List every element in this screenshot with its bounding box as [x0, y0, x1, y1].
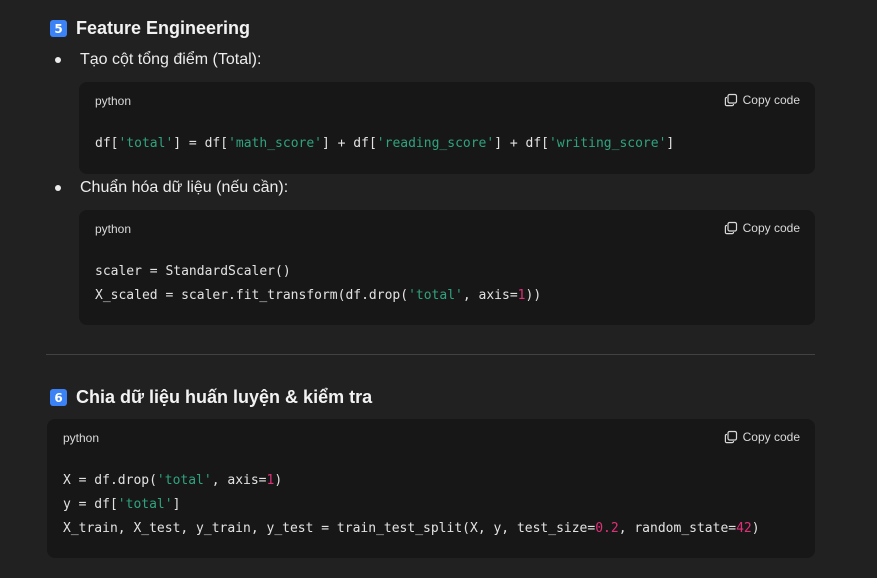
code-token: 0.2 — [595, 521, 619, 536]
copy-icon — [724, 430, 737, 444]
bullet-dot — [55, 57, 61, 63]
code-language-label: python — [63, 431, 100, 445]
section-6-heading: 6 Chia dữ liệu huấn luyện & kiểm tra — [50, 387, 372, 408]
code-token: , axis= — [462, 288, 518, 303]
code-token: 'total' — [118, 136, 174, 151]
code-token: X_train, X_test, y_train, y_test = train… — [63, 521, 596, 536]
code-token: ) — [274, 473, 283, 488]
copy-code-button[interactable]: Copy code — [724, 221, 800, 235]
code-token: , random_state= — [618, 521, 737, 536]
code-token: 'total' — [117, 497, 173, 512]
code-token: ] — [172, 497, 181, 512]
copy-icon — [724, 221, 737, 235]
code-token: y = df[ — [63, 497, 118, 512]
code-token: ] + df[ — [322, 136, 377, 151]
code-line: scaler = StandardScaler() — [95, 260, 541, 284]
code-token: 'reading_score' — [376, 136, 495, 151]
code-token: df[ — [95, 136, 119, 151]
code-block-header: python Copy code — [79, 82, 815, 120]
code-token: 'total' — [156, 473, 212, 488]
code-line: df['total'] = df['math_score'] + df['rea… — [95, 132, 674, 156]
code-content: X = df.drop('total', axis=1) y = df['tota… — [63, 469, 760, 541]
code-token: 'writing_score' — [549, 136, 667, 151]
code-token: 1 — [517, 288, 526, 303]
code-block: python Copy code df['total'] = df['math_… — [79, 82, 815, 174]
code-token: 42 — [736, 521, 752, 536]
code-token: scaler = StandardScaler() — [95, 264, 291, 279]
code-token: X_scaled = scaler.fit_transform(df.drop( — [95, 288, 409, 303]
list-item-text: Chuẩn hóa dữ liệu (nếu cần): — [80, 179, 289, 196]
code-line: X = df.drop('total', axis=1) — [63, 469, 760, 493]
code-token: 'math_score' — [228, 136, 322, 151]
list-item-text: Tạo cột tổng điểm (Total): — [80, 51, 262, 68]
section-5-title: Feature Engineering — [76, 18, 251, 38]
list-item: Chuẩn hóa dữ liệu (nếu cần): — [55, 179, 288, 197]
copy-code-label: Copy code — [742, 93, 800, 107]
list-item: Tạo cột tổng điểm (Total): — [55, 51, 261, 69]
code-line: y = df['total'] — [63, 493, 760, 517]
code-block: python Copy code scaler = StandardScaler… — [79, 210, 815, 325]
section-divider — [46, 354, 815, 355]
keycap-5-icon: 5 — [50, 20, 67, 37]
copy-code-label: Copy code — [742, 430, 800, 444]
code-token: ) — [751, 521, 760, 536]
code-token: ] — [666, 136, 675, 151]
copy-code-button[interactable]: Copy code — [724, 93, 800, 107]
code-token: ] = df[ — [173, 136, 229, 151]
bullet-dot — [55, 185, 61, 191]
keycap-6-icon: 6 — [50, 389, 67, 406]
code-block-header: python Copy code — [79, 210, 815, 248]
code-language-label: python — [95, 222, 132, 236]
section-6-title: Chia dữ liệu huấn luyện & kiểm tra — [76, 387, 373, 407]
section-5-heading: 5 Feature Engineering — [50, 18, 250, 39]
copy-code-button[interactable]: Copy code — [724, 430, 800, 444]
code-token: 'total' — [408, 288, 463, 303]
code-block: python Copy code X = df.drop('total', ax… — [47, 419, 815, 558]
code-token: ] + df[ — [494, 136, 549, 151]
code-content: df['total'] = df['math_score'] + df['rea… — [95, 132, 674, 156]
code-content: scaler = StandardScaler() X_scaled = scal… — [95, 260, 541, 308]
code-token: , axis= — [211, 473, 267, 488]
copy-icon — [724, 93, 737, 107]
code-line: X_train, X_test, y_train, y_test = train… — [63, 517, 760, 541]
copy-code-label: Copy code — [742, 221, 800, 235]
code-line: X_scaled = scaler.fit_transform(df.drop(… — [95, 284, 541, 308]
code-block-header: python Copy code — [47, 419, 815, 457]
code-token: X = df.drop( — [63, 473, 157, 488]
code-language-label: python — [95, 94, 132, 108]
code-token: )) — [525, 288, 542, 303]
